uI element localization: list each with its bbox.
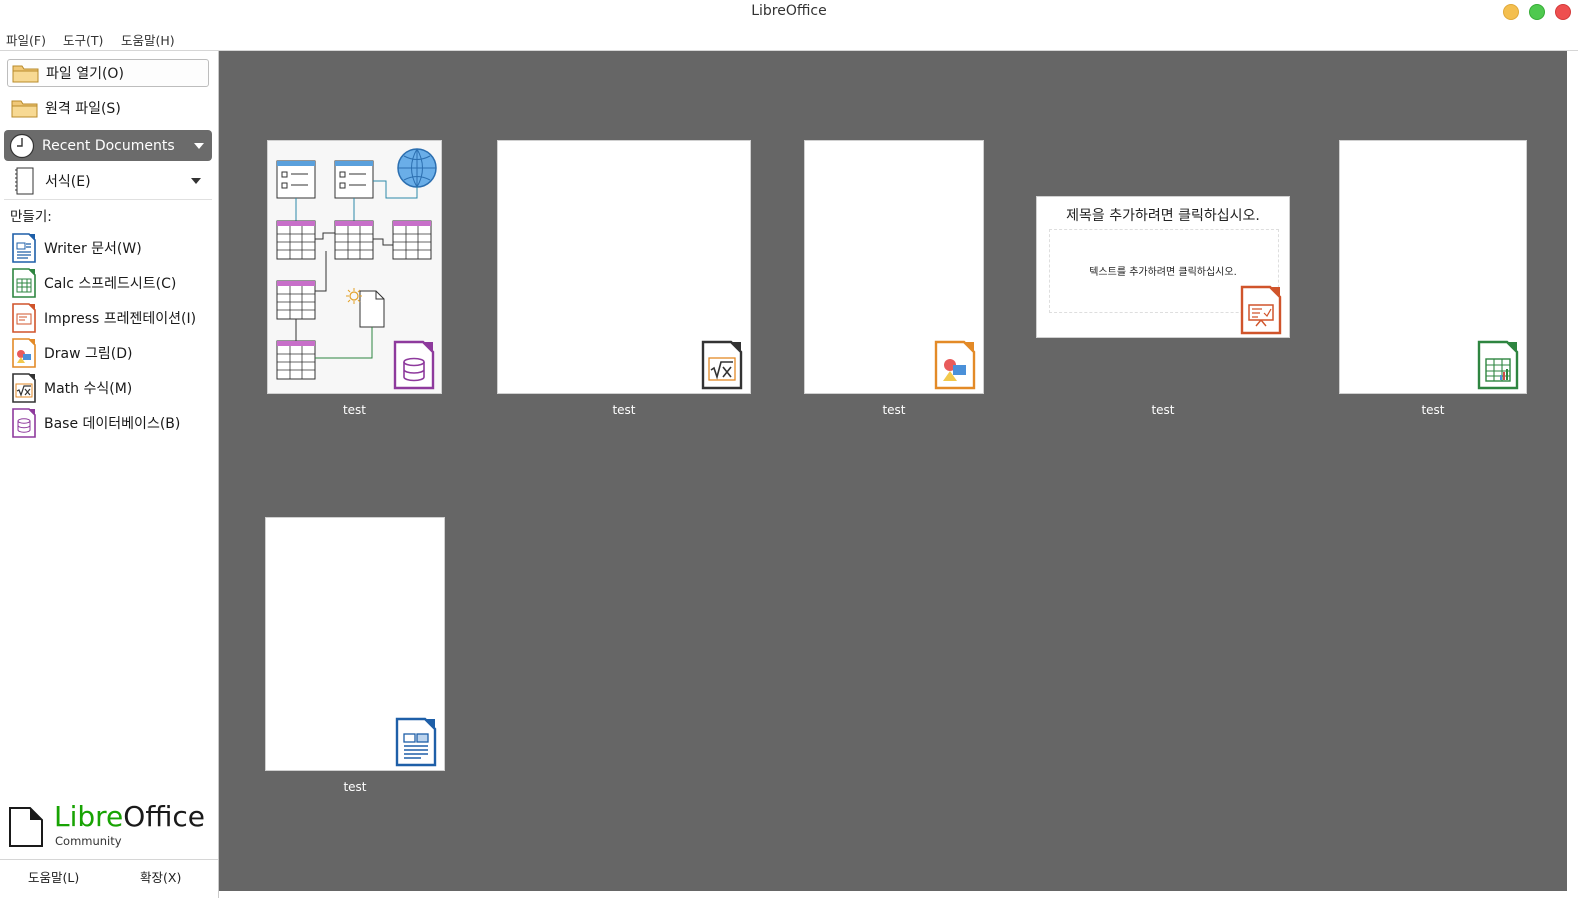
open-file-label: 파일 열기(O) xyxy=(46,66,124,82)
window-title: LibreOffice xyxy=(751,3,827,19)
recent-document-thumbnail[interactable] xyxy=(1339,140,1527,394)
base-badge-icon xyxy=(393,340,435,394)
window-right-edge xyxy=(1567,51,1578,898)
create-draw-button[interactable]: Draw 그림(D) xyxy=(10,338,210,368)
create-writer-button[interactable]: Writer 문서(W) xyxy=(10,233,210,263)
recent-documents-area: test test test 제목을 추가하려면 클릭하십시오. 텍스트를 추가… xyxy=(219,51,1567,891)
slide-body-placeholder: 텍스트를 추가하려면 클릭하십시오. xyxy=(1089,267,1237,278)
create-writer-label: Writer 문서(W) xyxy=(44,241,142,257)
create-base-button[interactable]: Base 데이터베이스(B) xyxy=(10,408,210,438)
menu-bar: 파일(F) 도구(T) 도움말(H) xyxy=(0,26,1578,51)
recent-document-thumbnail[interactable] xyxy=(267,140,442,394)
recent-document-label: test xyxy=(1151,403,1175,417)
logo-community-text: Community xyxy=(55,834,122,848)
remote-folder-icon xyxy=(11,96,39,120)
logo-office-text: Office xyxy=(123,800,206,833)
minimize-button[interactable] xyxy=(1503,4,1519,20)
logo-wordmark: LibreOffice xyxy=(54,800,205,834)
recent-document-thumbnail[interactable] xyxy=(265,517,445,771)
recent-document-label: test xyxy=(342,403,367,417)
start-center-sidebar: 파일 열기(O) 원격 파일(S) Recent Documents 서식(E)… xyxy=(0,51,219,898)
create-calc-label: Calc 스프레드시트(C) xyxy=(44,276,177,292)
recent-documents-button[interactable]: Recent Documents xyxy=(4,130,212,161)
menu-help[interactable]: 도움말(H) xyxy=(121,30,175,49)
extensions-button[interactable]: 확장(X) xyxy=(140,867,181,886)
create-impress-button[interactable]: Impress 프레젠테이션(I) xyxy=(10,303,210,333)
writer-icon xyxy=(10,233,38,263)
recent-document-label: test xyxy=(612,403,636,417)
create-impress-label: Impress 프레젠테이션(I) xyxy=(44,311,197,327)
title-bar: LibreOffice xyxy=(0,0,1578,26)
recent-document-label: test xyxy=(1421,403,1445,417)
create-base-label: Base 데이터베이스(B) xyxy=(44,416,181,432)
clock-icon xyxy=(8,133,36,158)
sidebar-divider xyxy=(4,199,212,200)
recent-documents-label: Recent Documents xyxy=(42,137,175,154)
create-math-label: Math 수식(M) xyxy=(44,381,133,397)
recent-document-thumbnail[interactable] xyxy=(497,140,751,394)
create-section-label: 만들기: xyxy=(10,209,52,225)
folder-icon xyxy=(12,61,40,85)
templates-dropdown-icon[interactable] xyxy=(191,178,201,184)
logo-libre-text: Libre xyxy=(54,800,124,833)
calc-icon xyxy=(10,268,38,298)
recent-document-label: test xyxy=(882,403,906,417)
menu-file[interactable]: 파일(F) xyxy=(6,30,46,49)
templates-label: 서식(E) xyxy=(45,174,91,190)
template-icon xyxy=(11,167,39,195)
calc-badge-icon xyxy=(1477,340,1519,394)
create-draw-label: Draw 그림(D) xyxy=(44,346,133,362)
remote-files-label: 원격 파일(S) xyxy=(45,101,121,117)
slide-title-placeholder: 제목을 추가하려면 클릭하십시오. xyxy=(1066,208,1260,224)
libreoffice-logo: LibreOffice Community xyxy=(8,800,213,852)
base-icon xyxy=(10,408,38,438)
recent-document-thumbnail[interactable] xyxy=(804,140,984,394)
math-badge-icon xyxy=(701,340,743,394)
recent-document-thumbnail[interactable]: 제목을 추가하려면 클릭하십시오. 텍스트를 추가하려면 클릭하십시오. xyxy=(1036,196,1290,338)
close-button[interactable] xyxy=(1555,4,1571,20)
help-button[interactable]: 도움말(L) xyxy=(28,867,79,886)
window-bottom-edge xyxy=(219,891,1578,898)
math-icon xyxy=(10,373,38,403)
recent-documents-dropdown-icon[interactable] xyxy=(194,142,204,149)
menu-tools[interactable]: 도구(T) xyxy=(63,30,103,49)
create-calc-button[interactable]: Calc 스프레드시트(C) xyxy=(10,268,210,298)
create-math-button[interactable]: Math 수식(M) xyxy=(10,373,210,403)
writer-badge-icon xyxy=(395,717,437,771)
recent-document-label: test xyxy=(343,780,367,794)
impress-icon xyxy=(10,303,38,333)
templates-button[interactable]: 서식(E) xyxy=(7,167,209,195)
draw-badge-icon xyxy=(934,340,976,394)
libreoffice-logo-icon xyxy=(9,807,43,847)
sidebar-footer-divider xyxy=(0,859,218,860)
impress-badge-icon xyxy=(1240,285,1282,339)
open-file-button[interactable]: 파일 열기(O) xyxy=(7,59,209,87)
remote-files-button[interactable]: 원격 파일(S) xyxy=(7,94,209,122)
draw-icon xyxy=(10,338,38,368)
maximize-button[interactable] xyxy=(1529,4,1545,20)
